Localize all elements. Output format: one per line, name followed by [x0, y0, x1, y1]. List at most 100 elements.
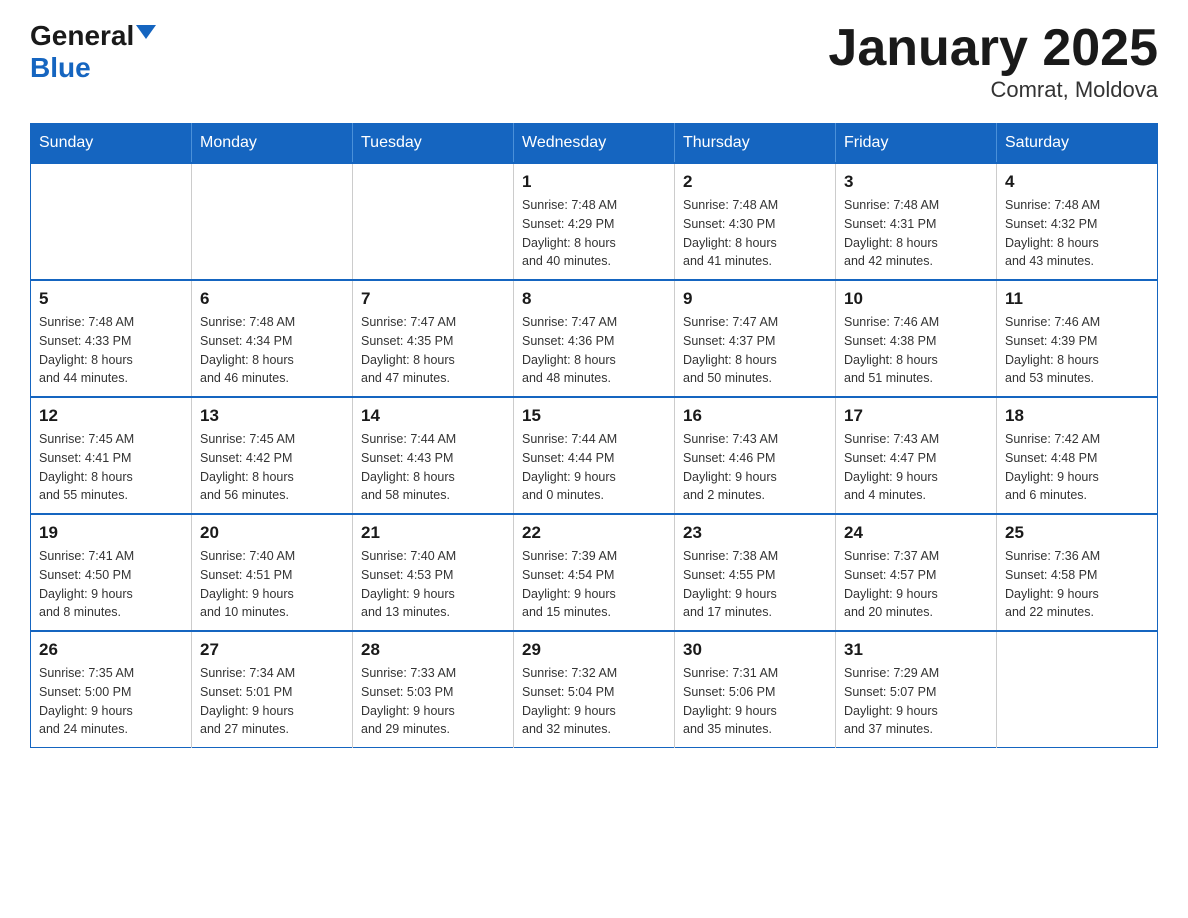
calendar-cell: 7Sunrise: 7:47 AMSunset: 4:35 PMDaylight… [353, 280, 514, 397]
calendar-cell: 24 Sunrise: 7:37 AMSunset: 4:57 PMDayligh… [836, 514, 997, 631]
week-row-3: 12Sunrise: 7:45 AMSunset: 4:41 PMDayligh… [31, 397, 1158, 514]
day-number: 20 [200, 523, 344, 543]
calendar-cell: 25 Sunrise: 7:36 AMSunset: 4:58 PMDayligh… [997, 514, 1158, 631]
logo-triangle-icon [136, 25, 156, 39]
day-number: 1 [522, 172, 666, 192]
day-info: Sunrise: 7:31 AMSunset: 5:06 PMDaylight:… [683, 664, 827, 739]
day-number: 21 [361, 523, 505, 543]
day-number: 19 [39, 523, 183, 543]
day-info: Sunrise: 7:29 AMSunset: 5:07 PMDaylight:… [844, 664, 988, 739]
day-number: 11 [1005, 289, 1149, 309]
calendar-cell: 23 Sunrise: 7:38 AMSunset: 4:55 PMDayligh… [675, 514, 836, 631]
day-info: Sunrise: 7:41 AMSunset: 4:50 PMDaylight:… [39, 547, 183, 622]
week-row-5: 26Sunrise: 7:35 AMSunset: 5:00 PMDayligh… [31, 631, 1158, 748]
calendar-cell: 19 Sunrise: 7:41 AMSunset: 4:50 PMDayligh… [31, 514, 192, 631]
day-info: Sunrise: 7:44 AMSunset: 4:44 PMDaylight:… [522, 430, 666, 505]
calendar-cell: 14Sunrise: 7:44 AMSunset: 4:43 PMDayligh… [353, 397, 514, 514]
day-number: 25 [1005, 523, 1149, 543]
day-number: 15 [522, 406, 666, 426]
calendar-cell: 17 Sunrise: 7:43 AMSunset: 4:47 PMDayligh… [836, 397, 997, 514]
calendar-cell: 26Sunrise: 7:35 AMSunset: 5:00 PMDayligh… [31, 631, 192, 748]
day-number: 7 [361, 289, 505, 309]
day-number: 28 [361, 640, 505, 660]
calendar-cell: 9 Sunrise: 7:47 AMSunset: 4:37 PMDaylight… [675, 280, 836, 397]
weekday-header-saturday: Saturday [997, 124, 1158, 164]
day-info: Sunrise: 7:35 AMSunset: 5:00 PMDaylight:… [39, 664, 183, 739]
day-number: 27 [200, 640, 344, 660]
day-number: 23 [683, 523, 827, 543]
weekday-header-tuesday: Tuesday [353, 124, 514, 164]
day-info: Sunrise: 7:48 AMSunset: 4:31 PMDaylight:… [844, 196, 988, 271]
calendar-cell: 30 Sunrise: 7:31 AMSunset: 5:06 PMDayligh… [675, 631, 836, 748]
calendar-cell: 29 Sunrise: 7:32 AMSunset: 5:04 PMDayligh… [514, 631, 675, 748]
day-number: 4 [1005, 172, 1149, 192]
calendar-cell: 15 Sunrise: 7:44 AMSunset: 4:44 PMDayligh… [514, 397, 675, 514]
day-info: Sunrise: 7:40 AMSunset: 4:53 PMDaylight:… [361, 547, 505, 622]
day-info: Sunrise: 7:36 AMSunset: 4:58 PMDaylight:… [1005, 547, 1149, 622]
day-info: Sunrise: 7:48 AMSunset: 4:30 PMDaylight:… [683, 196, 827, 271]
calendar-cell: 6Sunrise: 7:48 AMSunset: 4:34 PMDaylight… [192, 280, 353, 397]
day-info: Sunrise: 7:45 AMSunset: 4:42 PMDaylight:… [200, 430, 344, 505]
weekday-header-thursday: Thursday [675, 124, 836, 164]
day-info: Sunrise: 7:44 AMSunset: 4:43 PMDaylight:… [361, 430, 505, 505]
day-info: Sunrise: 7:46 AMSunset: 4:38 PMDaylight:… [844, 313, 988, 388]
calendar-cell: 31 Sunrise: 7:29 AMSunset: 5:07 PMDayligh… [836, 631, 997, 748]
weekday-header-sunday: Sunday [31, 124, 192, 164]
day-info: Sunrise: 7:32 AMSunset: 5:04 PMDaylight:… [522, 664, 666, 739]
day-number: 30 [683, 640, 827, 660]
calendar-cell: 28 Sunrise: 7:33 AMSunset: 5:03 PMDayligh… [353, 631, 514, 748]
day-number: 24 [844, 523, 988, 543]
day-info: Sunrise: 7:39 AMSunset: 4:54 PMDaylight:… [522, 547, 666, 622]
day-info: Sunrise: 7:43 AMSunset: 4:47 PMDaylight:… [844, 430, 988, 505]
weekday-header-friday: Friday [836, 124, 997, 164]
calendar-cell: 3Sunrise: 7:48 AMSunset: 4:31 PMDaylight… [836, 163, 997, 280]
calendar-cell: 4 Sunrise: 7:48 AMSunset: 4:32 PMDaylight… [997, 163, 1158, 280]
day-number: 9 [683, 289, 827, 309]
day-number: 18 [1005, 406, 1149, 426]
day-info: Sunrise: 7:47 AMSunset: 4:37 PMDaylight:… [683, 313, 827, 388]
calendar-cell [997, 631, 1158, 748]
day-number: 8 [522, 289, 666, 309]
day-number: 5 [39, 289, 183, 309]
weekday-header-monday: Monday [192, 124, 353, 164]
calendar-cell: 16Sunrise: 7:43 AMSunset: 4:46 PMDayligh… [675, 397, 836, 514]
day-info: Sunrise: 7:38 AMSunset: 4:55 PMDaylight:… [683, 547, 827, 622]
day-info: Sunrise: 7:34 AMSunset: 5:01 PMDaylight:… [200, 664, 344, 739]
day-info: Sunrise: 7:48 AMSunset: 4:32 PMDaylight:… [1005, 196, 1149, 271]
day-number: 31 [844, 640, 988, 660]
calendar-cell: 1 Sunrise: 7:48 AMSunset: 4:29 PMDaylight… [514, 163, 675, 280]
calendar-cell: 20 Sunrise: 7:40 AMSunset: 4:51 PMDayligh… [192, 514, 353, 631]
calendar-table: SundayMondayTuesdayWednesdayThursdayFrid… [30, 123, 1158, 748]
logo-general-text: General [30, 20, 134, 52]
day-number: 2 [683, 172, 827, 192]
calendar-cell: 18Sunrise: 7:42 AMSunset: 4:48 PMDayligh… [997, 397, 1158, 514]
weekday-header-wednesday: Wednesday [514, 124, 675, 164]
day-number: 22 [522, 523, 666, 543]
calendar-cell: 8 Sunrise: 7:47 AMSunset: 4:36 PMDaylight… [514, 280, 675, 397]
day-number: 29 [522, 640, 666, 660]
day-info: Sunrise: 7:48 AMSunset: 4:33 PMDaylight:… [39, 313, 183, 388]
calendar-cell: 11 Sunrise: 7:46 AMSunset: 4:39 PMDayligh… [997, 280, 1158, 397]
calendar-cell: 22 Sunrise: 7:39 AMSunset: 4:54 PMDayligh… [514, 514, 675, 631]
calendar-cell [353, 163, 514, 280]
day-number: 12 [39, 406, 183, 426]
day-number: 16 [683, 406, 827, 426]
day-number: 13 [200, 406, 344, 426]
calendar-cell: 12Sunrise: 7:45 AMSunset: 4:41 PMDayligh… [31, 397, 192, 514]
calendar-cell: 10 Sunrise: 7:46 AMSunset: 4:38 PMDayligh… [836, 280, 997, 397]
calendar-title: January 2025 [828, 20, 1158, 77]
day-info: Sunrise: 7:48 AMSunset: 4:34 PMDaylight:… [200, 313, 344, 388]
logo: General Blue [30, 20, 156, 84]
day-info: Sunrise: 7:40 AMSunset: 4:51 PMDaylight:… [200, 547, 344, 622]
day-info: Sunrise: 7:33 AMSunset: 5:03 PMDaylight:… [361, 664, 505, 739]
day-info: Sunrise: 7:48 AMSunset: 4:29 PMDaylight:… [522, 196, 666, 271]
logo-blue-text: Blue [30, 52, 91, 83]
day-number: 10 [844, 289, 988, 309]
calendar-cell: 5 Sunrise: 7:48 AMSunset: 4:33 PMDaylight… [31, 280, 192, 397]
day-info: Sunrise: 7:37 AMSunset: 4:57 PMDaylight:… [844, 547, 988, 622]
day-info: Sunrise: 7:46 AMSunset: 4:39 PMDaylight:… [1005, 313, 1149, 388]
day-info: Sunrise: 7:47 AMSunset: 4:36 PMDaylight:… [522, 313, 666, 388]
title-block: January 2025 Comrat, Moldova [828, 20, 1158, 103]
week-row-2: 5 Sunrise: 7:48 AMSunset: 4:33 PMDaylight… [31, 280, 1158, 397]
day-number: 17 [844, 406, 988, 426]
